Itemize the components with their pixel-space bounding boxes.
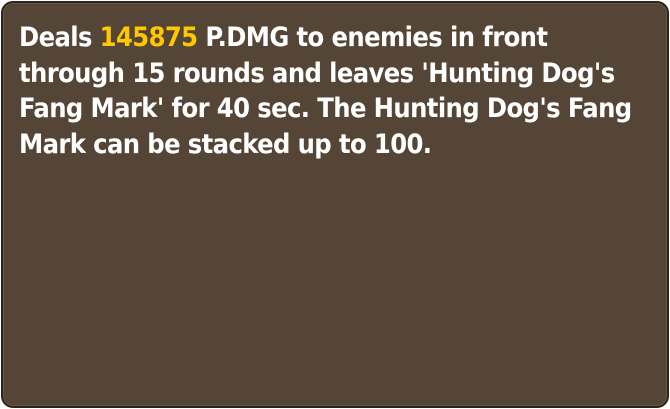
skill-tooltip: Deals 145875 P.DMG to enemies in front t…: [1, 1, 669, 408]
skill-description: Deals 145875 P.DMG to enemies in front t…: [19, 20, 659, 162]
damage-value: 145875: [99, 22, 198, 53]
description-prefix: Deals: [19, 22, 100, 53]
